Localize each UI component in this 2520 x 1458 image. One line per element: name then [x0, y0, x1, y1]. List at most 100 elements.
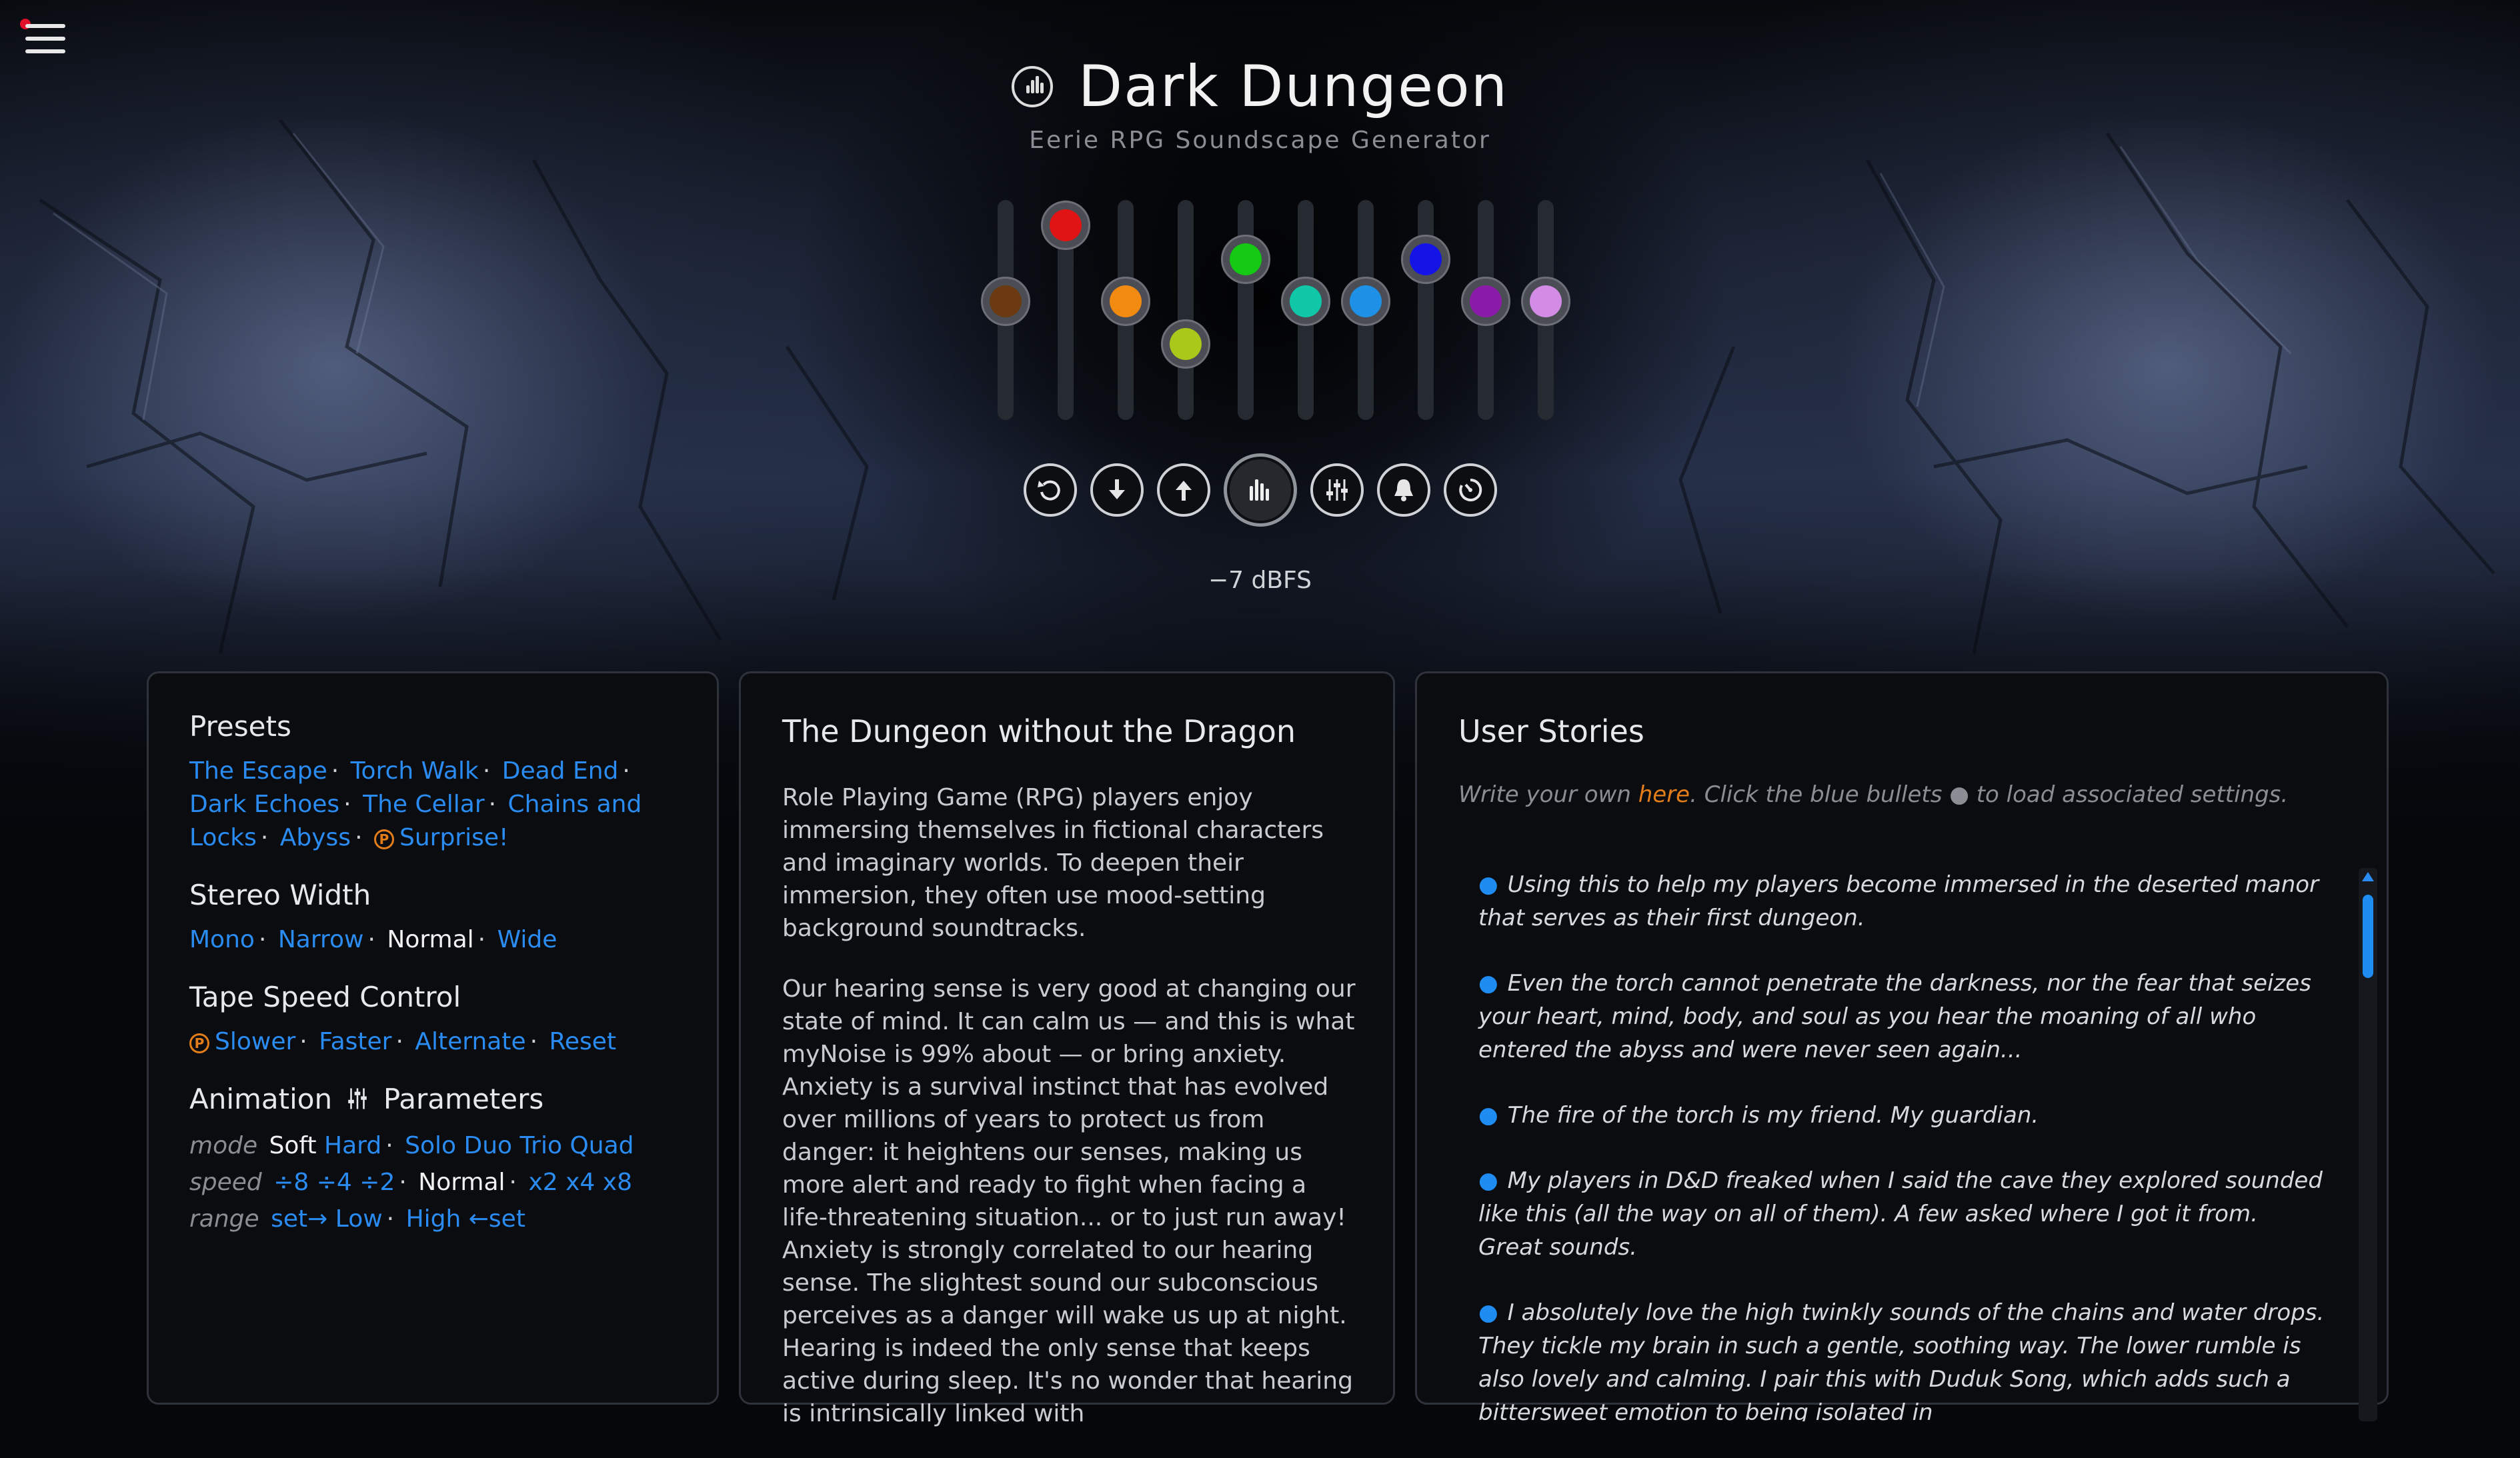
presets-heading: Presets: [189, 710, 291, 743]
mixer-controls: [0, 453, 2520, 527]
speed-label: speed: [189, 1169, 262, 1196]
speed-x8-link[interactable]: x8: [603, 1169, 632, 1196]
speed-normal-selected[interactable]: Normal: [418, 1169, 505, 1196]
article-heading: The Dungeon without the Dragon: [782, 713, 1296, 749]
slider-knob[interactable]: [1341, 277, 1390, 327]
stereo-width-heading: Stereo Width: [189, 879, 371, 911]
speed-div4-link[interactable]: ÷4: [317, 1169, 352, 1196]
premium-icon: P: [373, 829, 394, 849]
upload-button[interactable]: [1156, 463, 1210, 517]
timer-icon: [1458, 478, 1482, 501]
story-item: ● My players in D&D freaked when I said t…: [1478, 1164, 2325, 1264]
stereo-mono-link[interactable]: Mono: [189, 926, 255, 953]
story-item: ● Using this to help my players become im…: [1478, 868, 2325, 935]
undo-button[interactable]: [1023, 463, 1077, 517]
mixer-sliders: [980, 200, 1570, 420]
range-low-link[interactable]: set→ Low: [271, 1205, 383, 1233]
tape-alternate-link[interactable]: Alternate: [415, 1028, 525, 1055]
story-item: ● Even the torch cannot penetrate the dar…: [1478, 967, 2325, 1067]
write-story-link[interactable]: here: [1638, 781, 1690, 808]
stereo-normal-selected[interactable]: Normal: [387, 926, 473, 953]
article-paragraph: Our hearing sense is very good at changi…: [782, 975, 1356, 1427]
mode-quad-link[interactable]: Quad: [569, 1132, 634, 1159]
sliders-icon: [348, 1088, 367, 1109]
intro-text: Write your own: [1458, 781, 1638, 808]
preset-link[interactable]: Dead End: [502, 757, 619, 785]
load-settings-bullet[interactable]: ●: [1478, 871, 1498, 898]
slider-track[interactable]: [1238, 200, 1254, 420]
download-button[interactable]: [1090, 463, 1144, 517]
mode-duo-link[interactable]: Duo: [463, 1132, 512, 1159]
mode-trio-link[interactable]: Trio: [519, 1132, 562, 1159]
scrollbar-thumb[interactable]: [2363, 895, 2373, 978]
story-item: ● The fire of the torch is my friend. My …: [1478, 1099, 2325, 1132]
level-readout: −7 dBFS: [1208, 567, 1312, 594]
mode-label: mode: [189, 1132, 258, 1159]
article-paragraph: Role Playing Game (RPG) players enjoy im…: [782, 784, 1324, 942]
page-title: Dark Dungeon: [1078, 53, 1509, 120]
preset-link[interactable]: Torch Walk: [351, 757, 479, 785]
tape-slower-link[interactable]: Slower: [215, 1028, 295, 1055]
slider-knob[interactable]: [1521, 277, 1570, 327]
timer-button[interactable]: [1443, 463, 1497, 517]
stories-scrollbar[interactable]: [2359, 868, 2377, 1421]
equalizer-logo-icon: [1011, 66, 1053, 107]
surprise-link[interactable]: Surprise!: [399, 824, 508, 851]
slider-knob[interactable]: [981, 277, 1030, 327]
intro-text: . Click the blue bullets ● to load assoc…: [1690, 781, 2289, 808]
menu-bar: [25, 37, 65, 41]
download-icon: [1108, 479, 1125, 499]
tape-speed-heading: Tape Speed Control: [189, 981, 461, 1013]
bell-icon: [1394, 479, 1413, 501]
alarm-button[interactable]: [1376, 463, 1430, 517]
story-text: I absolutely love the high twinkly sound…: [1478, 1299, 2325, 1421]
settings-panel: Presets The Escape · Torch Walk · Dead End…: [147, 671, 719, 1405]
equalizer-settings-button[interactable]: [1310, 463, 1364, 517]
range-high-link[interactable]: High ←set: [406, 1205, 525, 1233]
range-label: range: [189, 1205, 259, 1233]
undo-icon: [1037, 480, 1060, 501]
slider-knob[interactable]: [1101, 277, 1150, 327]
premium-icon: P: [189, 1033, 209, 1053]
slider-knob[interactable]: [1401, 234, 1450, 284]
mode-soft-selected[interactable]: Soft: [269, 1132, 317, 1159]
speed-x2-link[interactable]: x2: [528, 1169, 557, 1196]
animation-heading: Animation Parameters: [189, 1083, 683, 1115]
slider-track[interactable]: [1418, 200, 1434, 420]
speed-div8-link[interactable]: ÷8: [273, 1169, 309, 1196]
preset-link[interactable]: Dark Echoes: [189, 791, 339, 818]
preset-link[interactable]: The Escape: [189, 757, 327, 785]
tape-reset-link[interactable]: Reset: [549, 1028, 617, 1055]
stereo-narrow-link[interactable]: Narrow: [278, 926, 364, 953]
mode-solo-link[interactable]: Solo: [405, 1132, 456, 1159]
speed-div2-link[interactable]: ÷2: [359, 1169, 395, 1196]
user-stories-panel: User Stories Write your own here. Click …: [1415, 671, 2389, 1421]
speed-x4-link[interactable]: x4: [565, 1169, 595, 1196]
slider-knob[interactable]: [1281, 277, 1330, 327]
load-settings-bullet[interactable]: ●: [1478, 1167, 1498, 1194]
preset-link[interactable]: Abyss: [280, 824, 351, 851]
mode-hard-link[interactable]: Hard: [324, 1132, 381, 1159]
animation-heading-text: Animation: [189, 1083, 333, 1115]
slider-knob[interactable]: [1461, 277, 1510, 327]
sliders-icon: [1326, 479, 1348, 501]
page-subtitle: Eerie RPG Soundscape Generator: [1029, 127, 1491, 154]
slider-knob[interactable]: [1161, 319, 1210, 369]
load-settings-bullet[interactable]: ●: [1478, 1102, 1498, 1129]
story-text: The fire of the torch is my friend. My g…: [1507, 1102, 2039, 1129]
animation-heading-text: Parameters: [383, 1083, 544, 1115]
load-settings-bullet[interactable]: ●: [1478, 1299, 1498, 1326]
slider-knob[interactable]: [1221, 234, 1270, 284]
page-header: Dark Dungeon Eerie RPG Soundscape Genera…: [0, 53, 2520, 154]
preset-link[interactable]: The Cellar: [363, 791, 485, 818]
stereo-wide-link[interactable]: Wide: [497, 926, 557, 953]
hamburger-menu-button[interactable]: [20, 19, 68, 59]
play-animation-button[interactable]: [1223, 453, 1297, 527]
scroll-up-arrow-icon[interactable]: [2362, 872, 2374, 881]
story-text: Even the torch cannot penetrate the dark…: [1478, 970, 2311, 1063]
story-text: My players in D&D freaked when I said th…: [1478, 1167, 2323, 1261]
tape-faster-link[interactable]: Faster: [319, 1028, 391, 1055]
slider-knob[interactable]: [1041, 201, 1090, 250]
slider-track[interactable]: [1178, 200, 1194, 420]
load-settings-bullet[interactable]: ●: [1478, 970, 1498, 997]
